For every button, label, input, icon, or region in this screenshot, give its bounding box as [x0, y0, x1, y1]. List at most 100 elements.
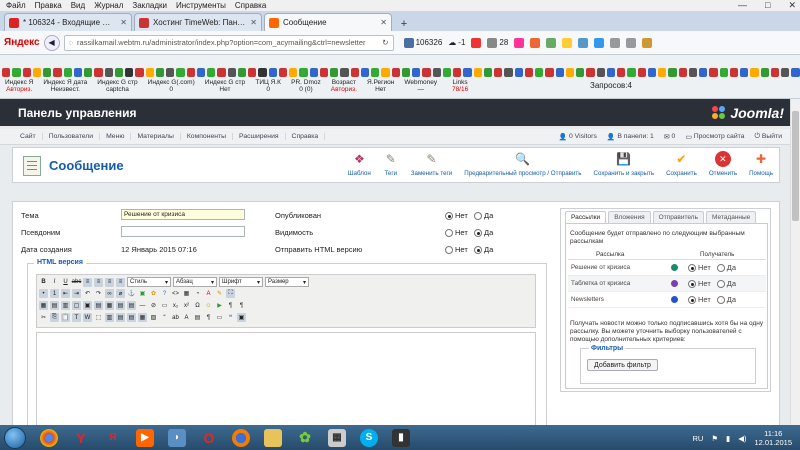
ext-icon[interactable] [350, 68, 359, 77]
ext-icon[interactable] [401, 68, 410, 77]
save-button[interactable]: ✔ Сохранить [660, 151, 703, 177]
ext-icon[interactable] [237, 68, 246, 77]
ext-icon[interactable] [53, 68, 62, 77]
addon-icon[interactable] [610, 37, 621, 48]
style-select[interactable]: Стиль ▾ [127, 277, 171, 287]
citation-icon[interactable]: “ [160, 313, 169, 322]
addon-icon[interactable] [594, 37, 605, 48]
rtl-icon[interactable]: ¶ [237, 301, 246, 310]
underline-icon[interactable]: U [61, 278, 70, 287]
list-receive-no[interactable]: Нет [688, 279, 711, 288]
view-site-link[interactable]: ▭ Просмотр сайта [685, 133, 744, 141]
submenu-content[interactable]: Материалы [131, 133, 181, 140]
send-html-no[interactable]: Нет [445, 245, 468, 254]
page-scrollbar[interactable] [790, 99, 800, 425]
tab-close-icon[interactable]: ✕ [380, 18, 387, 27]
ext-icon[interactable] [258, 68, 267, 77]
remove-format-icon[interactable]: ⊘ [149, 301, 158, 310]
ext-icon[interactable] [647, 68, 656, 77]
ext-icon[interactable] [155, 68, 164, 77]
strikethrough-icon[interactable]: abc [72, 278, 82, 287]
template-button[interactable]: ❖ Шаблон [342, 151, 377, 177]
paragraph-select[interactable]: Абзац ▾ [173, 277, 217, 287]
ext-icon[interactable] [73, 68, 82, 77]
scrollbar-thumb[interactable] [792, 111, 799, 221]
ext-icon[interactable] [668, 68, 677, 77]
ext-icon[interactable] [371, 68, 380, 77]
move-forward-icon[interactable]: ▤ [116, 313, 125, 322]
ext-icon[interactable] [483, 68, 492, 77]
subject-input[interactable]: Решение от кризиса [121, 209, 245, 220]
language-indicator[interactable]: RU [692, 434, 703, 443]
ext-icon[interactable] [535, 68, 544, 77]
ext-icon[interactable] [391, 68, 400, 77]
ext-icon[interactable] [637, 68, 646, 77]
paste-icon[interactable]: 📋 [61, 313, 70, 322]
abbr-icon[interactable]: ab [171, 313, 180, 322]
ext-icon[interactable] [555, 68, 564, 77]
ext-icon[interactable] [494, 68, 503, 77]
sound-icon[interactable]: ◗ [168, 428, 186, 447]
addon-icon[interactable] [530, 37, 541, 48]
media-icon[interactable]: ▶ [215, 301, 224, 310]
tab-mail[interactable]: * 106324 - Входящие — Янд... ✕ [4, 13, 132, 31]
ext-icon[interactable] [412, 68, 421, 77]
list-receive-yes[interactable]: Да [716, 263, 736, 272]
row-after-icon[interactable]: ▤ [127, 301, 136, 310]
menu-tools[interactable]: Инструменты [176, 1, 226, 10]
ext-icon[interactable] [186, 68, 195, 77]
cut-icon[interactable]: ✂ [39, 313, 48, 322]
blockquote-icon[interactable]: ❝ [226, 313, 235, 322]
ext-icon[interactable] [770, 68, 779, 77]
table-delete-icon[interactable]: ▦ [105, 301, 114, 310]
table-col-icon[interactable]: ▥ [61, 301, 70, 310]
clock[interactable]: 11:16 12.01.2015 [754, 429, 792, 447]
ext-icon[interactable] [432, 68, 441, 77]
visual-aid-icon[interactable]: ▭ [160, 301, 169, 310]
outdent-icon[interactable]: ⇤ [61, 289, 70, 298]
ext-icon[interactable] [422, 68, 431, 77]
icq-icon[interactable]: ✿ [296, 429, 314, 447]
paste-text-icon[interactable]: T [72, 313, 81, 322]
ext-icon[interactable] [699, 68, 708, 77]
anchor-icon[interactable]: ⚓ [127, 289, 136, 298]
media-player-icon[interactable]: ▶ [136, 428, 154, 447]
replace-tags-button[interactable]: ✎ Заменить теги [405, 151, 458, 177]
ext-icon[interactable] [268, 68, 277, 77]
seo-cell[interactable]: PR. Dmoz 0 (0) [288, 79, 324, 93]
seo-cell[interactable]: Индекс Я Авториз. [2, 79, 36, 93]
yandex-logo[interactable]: Яндекс [4, 37, 40, 48]
ext-icon[interactable] [217, 68, 226, 77]
menu-edit[interactable]: Правка [35, 1, 62, 10]
tab-close-icon[interactable]: ✕ [120, 18, 127, 27]
ext-icon[interactable] [545, 68, 554, 77]
table-row-icon[interactable]: ▤ [50, 301, 59, 310]
page-break-icon[interactable]: ▭ [215, 313, 224, 322]
ext-icon[interactable] [791, 68, 800, 77]
ext-icon[interactable] [196, 68, 205, 77]
ext-icon[interactable] [32, 68, 41, 77]
ext-icon[interactable] [473, 68, 482, 77]
highlight-color-icon[interactable]: ✎ [215, 289, 224, 298]
italic-icon[interactable]: I [50, 278, 59, 287]
superscript-icon[interactable]: x² [182, 301, 191, 310]
ext-icon[interactable] [248, 68, 257, 77]
insert-time-icon[interactable]: ◔ [193, 289, 202, 298]
volume-icon[interactable]: ◀) [738, 434, 746, 443]
opera-icon[interactable]: O [200, 429, 218, 447]
star-icon[interactable] [562, 37, 573, 48]
send-html-yes[interactable]: Да [474, 245, 493, 254]
table-merge-icon[interactable]: ▣ [83, 301, 92, 310]
table-split-icon[interactable]: ▤ [94, 301, 103, 310]
submenu-site[interactable]: Сайт [14, 133, 43, 140]
reload-icon[interactable]: ↻ [382, 38, 388, 47]
seo-cell[interactable]: Возраст Авториз. [328, 79, 360, 93]
ext-icon[interactable] [740, 68, 749, 77]
ext-icon[interactable] [176, 68, 185, 77]
ext-icon[interactable] [576, 68, 585, 77]
ext-icon[interactable] [2, 68, 11, 77]
add-filter-button[interactable]: Добавить фильтр [587, 359, 658, 371]
seo-cell[interactable]: Links 78/16 [444, 79, 476, 93]
table-icon[interactable]: ▦ [39, 301, 48, 310]
ext-icon[interactable] [781, 68, 790, 77]
